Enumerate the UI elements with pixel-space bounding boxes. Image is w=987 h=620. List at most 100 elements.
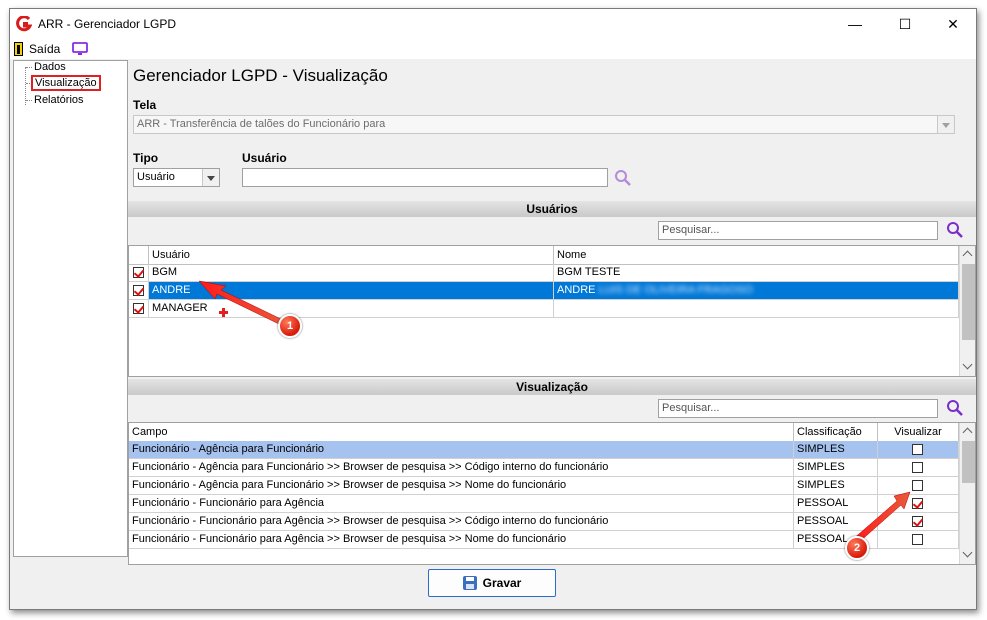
tela-value: ARR - Transferência de talões do Funcion… (137, 118, 386, 130)
exit-menu-item[interactable]: Saída (14, 40, 60, 58)
usuario-input[interactable] (242, 168, 608, 187)
cell-usuario: MANAGER (149, 300, 554, 317)
cell-campo: Funcionário - Agência para Funcionário >… (129, 477, 794, 494)
cell-visualizar (878, 495, 959, 512)
window-title: ARR - Gerenciador LGPD (38, 17, 177, 31)
visualizar-checkbox[interactable] (912, 444, 923, 455)
save-label: Gravar (482, 576, 522, 590)
tree-item-relatorios[interactable]: Relatórios (34, 94, 84, 106)
usuarios-search-input[interactable]: Pesquisar... (658, 221, 938, 240)
cell-campo: Funcionário - Agência para Funcionário (129, 441, 794, 458)
minimize-button[interactable]: — (832, 9, 878, 39)
cell-visualizar (878, 441, 959, 458)
scroll-thumb[interactable] (962, 441, 975, 483)
tipo-value: Usuário (137, 171, 175, 183)
header-usuario[interactable]: Usuário (149, 246, 554, 264)
search-icon[interactable] (946, 399, 964, 417)
usuarios-section-header: Usuários (128, 201, 976, 217)
redacted-name: LUIS DE OLIVEIRA FRAGOSO (598, 284, 753, 296)
menu-bar: Saída (10, 39, 976, 59)
table-row[interactable]: Funcionário - Funcionário para Agência >… (129, 513, 959, 531)
cell-nome: BGM TESTE (554, 264, 959, 281)
visualizar-checkbox[interactable] (912, 516, 923, 527)
maximize-button[interactable]: ☐ (882, 9, 928, 39)
callout-badge-1: 1 (278, 314, 302, 338)
usuarios-grid-header: Usuário Nome (129, 246, 959, 265)
row-checkbox[interactable] (133, 267, 144, 278)
header-check-column (129, 246, 149, 264)
tree-item-visualizacao[interactable]: Visualização (31, 75, 101, 91)
chevron-down-icon[interactable] (202, 169, 219, 186)
check-cell (129, 300, 149, 317)
check-cell (129, 264, 149, 281)
cell-campo: Funcionário - Funcionário para Agência (129, 495, 794, 512)
monitor-icon[interactable] (72, 42, 88, 56)
callout-badge-2: 2 (845, 536, 869, 560)
cell-campo: Funcionário - Funcionário para Agência >… (129, 531, 794, 548)
visualizacao-grid-header: Campo Classificação Visualizar (129, 423, 959, 442)
page-title: Gerenciador LGPD - Visualização (133, 66, 388, 85)
visualizacao-section-header: Visualização (128, 379, 976, 395)
scroll-thumb[interactable] (962, 264, 975, 340)
cell-nome: ANDRE LUIS DE OLIVEIRA FRAGOSO (554, 282, 959, 299)
chevron-down-icon (937, 116, 954, 133)
cell-usuario: BGM (149, 264, 554, 281)
title-bar: ARR - Gerenciador LGPD — ☐ ✕ (10, 9, 976, 39)
save-button[interactable]: Gravar (428, 569, 556, 597)
table-row-selected[interactable]: Funcionário - Agência para Funcionário S… (129, 441, 959, 459)
header-nome[interactable]: Nome (554, 246, 959, 264)
cell-classificacao: SIMPLES (794, 459, 878, 476)
cell-classificacao: SIMPLES (794, 441, 878, 458)
tipo-label: Tipo (133, 151, 159, 165)
cell-visualizar (878, 531, 959, 548)
cell-nome (554, 300, 959, 317)
app-logo-icon (16, 16, 32, 32)
usuarios-grid: Usuário Nome BGM BGM TESTE ANDRE ANDRE L… (128, 245, 976, 377)
table-row[interactable]: Funcionário - Agência para Funcionário >… (129, 459, 959, 477)
table-row[interactable]: Funcionário - Funcionário para Agência P… (129, 495, 959, 513)
scroll-down-icon[interactable] (960, 359, 975, 376)
navigation-tree: Dados Visualização Relatórios (13, 60, 128, 557)
close-button[interactable]: ✕ (930, 9, 976, 39)
header-visualizar[interactable]: Visualizar (878, 423, 959, 441)
cell-classificacao: PESSOAL (794, 495, 878, 512)
header-classificacao[interactable]: Classificação (794, 423, 878, 441)
visualizar-checkbox[interactable] (912, 462, 923, 473)
cell-campo: Funcionário - Agência para Funcionário >… (129, 459, 794, 476)
usuarios-scrollbar[interactable] (959, 246, 975, 376)
table-row[interactable]: Funcionário - Agência para Funcionário >… (129, 477, 959, 495)
visualizar-checkbox[interactable] (912, 480, 923, 491)
header-campo[interactable]: Campo (129, 423, 794, 441)
table-row[interactable]: MANAGER (129, 300, 959, 318)
search-icon[interactable] (614, 169, 632, 187)
scroll-up-icon[interactable] (960, 423, 975, 440)
visualizar-checkbox[interactable] (912, 498, 923, 509)
footer-bar: Gravar (10, 555, 976, 609)
tela-label: Tela (133, 98, 157, 112)
cell-visualizar (878, 477, 959, 494)
exit-door-icon (14, 42, 23, 56)
visualizacao-scrollbar[interactable] (959, 423, 975, 564)
table-row[interactable]: Funcionário - Funcionário para Agência >… (129, 531, 959, 549)
check-cell (129, 282, 149, 299)
visualizacao-search-placeholder: Pesquisar... (662, 402, 720, 414)
cell-campo: Funcionário - Funcionário para Agência >… (129, 513, 794, 530)
row-checkbox[interactable] (133, 303, 144, 314)
table-row[interactable]: BGM BGM TESTE (129, 264, 959, 282)
cell-visualizar (878, 459, 959, 476)
visualizacao-search-input[interactable]: Pesquisar... (658, 399, 938, 418)
row-checkbox[interactable] (133, 285, 144, 296)
table-row-selected[interactable]: ANDRE ANDRE LUIS DE OLIVEIRA FRAGOSO (129, 282, 959, 300)
tree-connector (26, 100, 32, 102)
scroll-up-icon[interactable] (960, 246, 975, 263)
exit-label: Saída (29, 42, 61, 56)
main-panel: Gerenciador LGPD - Visualização Tela ARR… (128, 60, 976, 565)
cell-nome-text: ANDRE (557, 284, 596, 296)
tree-item-dados[interactable]: Dados (34, 61, 66, 73)
tree-connector (26, 67, 32, 69)
search-icon[interactable] (946, 221, 964, 239)
tipo-select[interactable]: Usuário (133, 168, 220, 187)
cell-classificacao: PESSOAL (794, 513, 878, 530)
usuarios-search-placeholder: Pesquisar... (662, 224, 720, 236)
visualizar-checkbox[interactable] (912, 534, 923, 545)
